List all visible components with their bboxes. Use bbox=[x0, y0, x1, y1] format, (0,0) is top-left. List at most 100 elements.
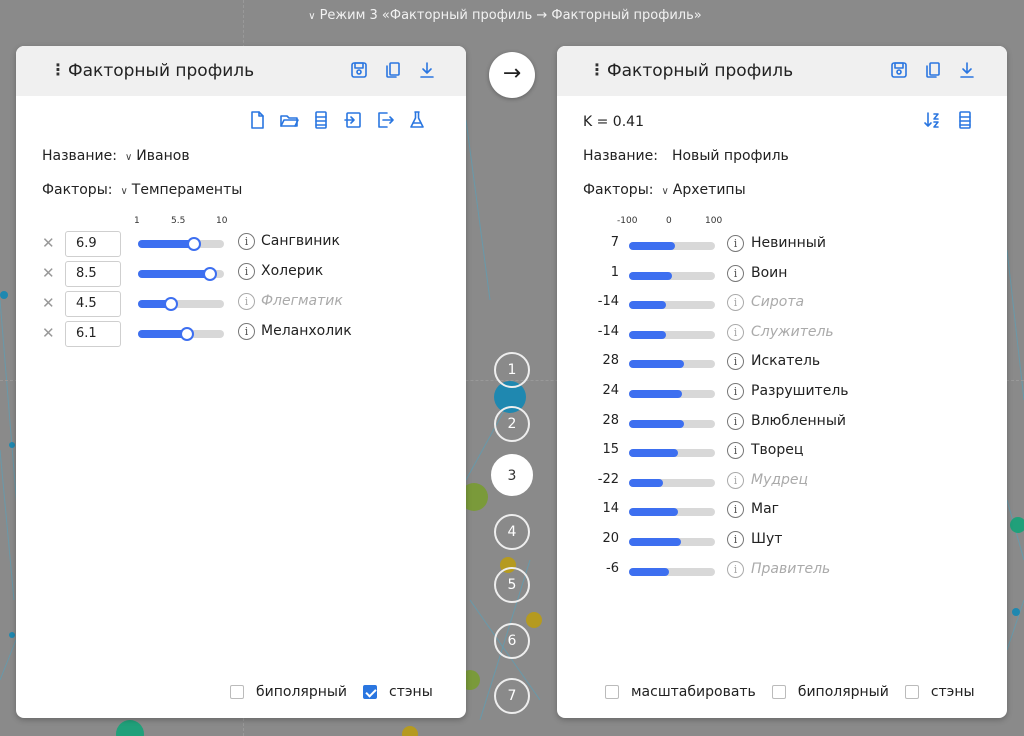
info-icon[interactable]: i bbox=[238, 323, 255, 340]
bar-track bbox=[629, 538, 715, 546]
value-input[interactable]: 8.5 bbox=[65, 261, 121, 287]
list-icon[interactable] bbox=[955, 110, 975, 130]
checkbox[interactable] bbox=[605, 685, 619, 699]
info-icon[interactable]: i bbox=[727, 471, 744, 489]
copy-icon[interactable] bbox=[383, 60, 403, 80]
info-icon[interactable]: i bbox=[727, 323, 744, 341]
slider-thumb[interactable] bbox=[179, 327, 194, 341]
step-7[interactable]: 7 bbox=[494, 678, 530, 714]
slider-track[interactable] bbox=[138, 237, 224, 251]
bar-fill bbox=[629, 301, 666, 310]
remove-icon[interactable]: ✕ bbox=[42, 324, 55, 342]
value-input[interactable]: 6.1 bbox=[65, 321, 121, 347]
factor-name: Сирота bbox=[751, 294, 805, 311]
slider-track[interactable] bbox=[138, 327, 224, 341]
info-icon[interactable]: i bbox=[727, 383, 744, 400]
save-icon[interactable] bbox=[349, 60, 369, 80]
factor-name: Служитель bbox=[751, 323, 834, 340]
info-icon[interactable]: i bbox=[727, 501, 744, 519]
factor-value: 28 bbox=[602, 412, 619, 428]
step-3[interactable]: 3 bbox=[491, 454, 533, 496]
bar-track bbox=[629, 478, 715, 487]
slider-track[interactable] bbox=[138, 297, 224, 311]
value-input[interactable]: 4.5 bbox=[65, 291, 121, 317]
remove-icon[interactable]: ✕ bbox=[42, 294, 55, 312]
arrow-right-icon[interactable]: → bbox=[489, 52, 535, 98]
factor-row: ✕ 6.1 i Меланхолик bbox=[42, 321, 442, 347]
download-icon[interactable] bbox=[417, 60, 437, 80]
info-icon[interactable]: i bbox=[238, 233, 255, 250]
save-icon[interactable] bbox=[889, 60, 909, 80]
info-icon[interactable]: i bbox=[727, 353, 744, 371]
info-icon[interactable]: i bbox=[727, 560, 744, 578]
checkbox[interactable] bbox=[363, 685, 378, 699]
copy-icon[interactable] bbox=[923, 60, 943, 80]
slider-thumb[interactable] bbox=[187, 237, 202, 251]
more-vertical-icon[interactable]: ⋮ bbox=[589, 60, 605, 79]
factor-row: 20 i Шут bbox=[583, 530, 983, 554]
flask-icon[interactable] bbox=[407, 110, 427, 130]
new-file-icon[interactable] bbox=[247, 110, 267, 130]
bar-track bbox=[629, 330, 715, 339]
factor-value: 20 bbox=[602, 531, 619, 546]
step-4[interactable]: 4 bbox=[494, 514, 530, 550]
factor-value: 1 bbox=[610, 264, 619, 280]
bar-fill bbox=[629, 538, 681, 546]
bar-track bbox=[629, 301, 715, 310]
info-icon[interactable]: i bbox=[727, 294, 744, 312]
info-icon[interactable]: i bbox=[727, 235, 744, 252]
info-icon[interactable]: i bbox=[727, 442, 744, 460]
scale-mid: 5.5 bbox=[171, 216, 186, 226]
bar-fill bbox=[629, 242, 675, 250]
remove-icon[interactable]: ✕ bbox=[42, 264, 55, 282]
import-icon[interactable] bbox=[343, 110, 363, 130]
factor-name: Невинный bbox=[751, 235, 826, 251]
bar-fill bbox=[629, 271, 673, 280]
scale-labels: 1 5.5 10 bbox=[134, 216, 234, 228]
factor-value: 24 bbox=[602, 383, 619, 398]
checkbox[interactable] bbox=[230, 685, 244, 699]
step-1[interactable]: 1 bbox=[494, 352, 530, 388]
name-field[interactable]: Название: Новый профиль bbox=[583, 148, 789, 164]
value-input[interactable]: 6.9 bbox=[65, 231, 121, 257]
factor-name: Влюбленный bbox=[751, 412, 846, 429]
scale-max: 10 bbox=[216, 216, 228, 226]
factor-row: ✕ 6.9 i Сангвиник bbox=[42, 231, 442, 257]
checkbox-label: стэны bbox=[389, 684, 433, 700]
info-icon[interactable]: i bbox=[727, 264, 744, 282]
step-2[interactable]: 2 bbox=[494, 406, 530, 442]
info-icon[interactable]: i bbox=[727, 412, 744, 430]
more-vertical-icon[interactable]: ⋮ bbox=[50, 60, 66, 79]
remove-icon[interactable]: ✕ bbox=[42, 234, 55, 252]
factor-row: -6 i Правитель bbox=[583, 560, 983, 584]
step-5[interactable]: 5 bbox=[494, 567, 530, 603]
step-6[interactable]: 6 bbox=[494, 623, 530, 659]
mode-title[interactable]: ∨ Режим 3 «Факторный профиль → Факторный … bbox=[0, 8, 1010, 23]
slider-thumb[interactable] bbox=[202, 267, 217, 281]
download-icon[interactable] bbox=[957, 60, 977, 80]
name-field[interactable]: Название: ∨ Иванов bbox=[42, 148, 190, 164]
factor-name: Маг bbox=[751, 501, 780, 518]
factor-name: Флегматик bbox=[261, 293, 343, 309]
factor-name: Меланхолик bbox=[261, 323, 352, 339]
factor-name: Холерик bbox=[261, 263, 324, 279]
checkbox[interactable] bbox=[771, 685, 786, 699]
slider-fill bbox=[138, 270, 210, 278]
factors-field[interactable]: Факторы: ∨ Темпераменты bbox=[42, 182, 242, 198]
sort-icon[interactable] bbox=[923, 110, 943, 130]
checkbox[interactable] bbox=[904, 685, 919, 699]
slider-track[interactable] bbox=[138, 267, 224, 281]
open-folder-icon[interactable] bbox=[279, 110, 299, 130]
export-icon[interactable] bbox=[375, 110, 395, 130]
factor-row: -22 i Мудрец bbox=[583, 471, 983, 495]
info-icon[interactable]: i bbox=[238, 263, 255, 280]
scale-min: -100 bbox=[617, 216, 638, 226]
info-icon[interactable]: i bbox=[727, 531, 744, 548]
slider-thumb[interactable] bbox=[164, 297, 179, 311]
factors-field[interactable]: Факторы: ∨ Архетипы bbox=[583, 182, 746, 198]
info-icon[interactable]: i bbox=[238, 293, 255, 310]
list-icon[interactable] bbox=[311, 110, 331, 130]
left-profile-panel: ⋮ Факторный профиль Название: ∨ Иванов Фак… bbox=[16, 46, 466, 718]
bar-track bbox=[629, 449, 715, 458]
scale-labels: -100 0 100 bbox=[617, 216, 727, 228]
